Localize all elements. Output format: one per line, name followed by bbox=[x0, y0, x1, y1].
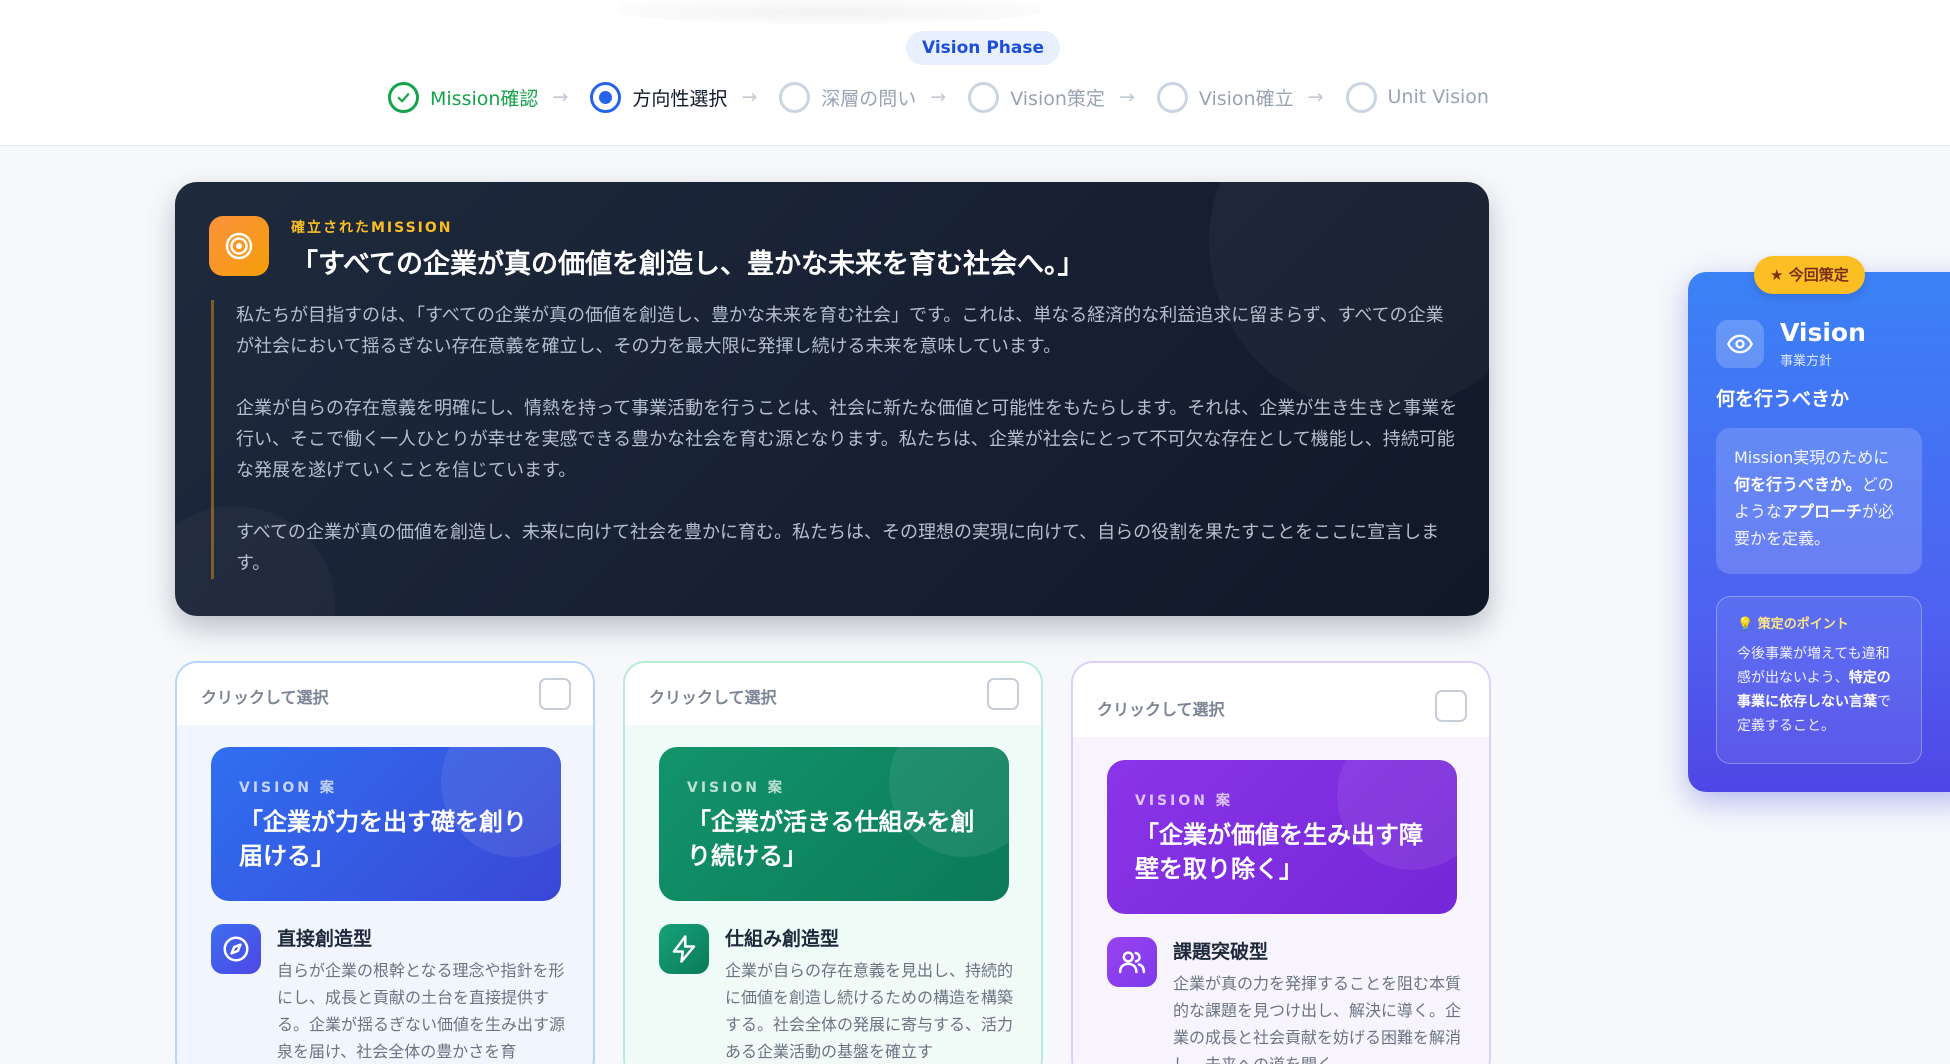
arrow-right-icon: → bbox=[1118, 86, 1135, 108]
option-title: 「企業が活きる仕組みを創り続ける」 bbox=[687, 808, 975, 870]
check-icon bbox=[388, 81, 419, 113]
step-label: Unit Vision bbox=[1387, 86, 1489, 108]
option-hero: VISION 案 「企業が価値を生み出す障壁を取り除く」 bbox=[1107, 760, 1457, 914]
option-name: 仕組み創造型 bbox=[725, 928, 840, 950]
step-vision-establish[interactable]: Vision確立 → bbox=[1156, 81, 1324, 113]
lightbulb-icon: 💡 bbox=[1737, 617, 1754, 632]
arrow-right-icon: → bbox=[1307, 86, 1324, 108]
phase-badge: Vision Phase bbox=[906, 31, 1061, 65]
option-checkbox[interactable] bbox=[987, 678, 1019, 710]
option-hero: VISION 案 「企業が活きる仕組みを創り続ける」 bbox=[659, 747, 1009, 901]
definition-emphasis: 何を行うべきか。 bbox=[1734, 475, 1862, 494]
header-shadow bbox=[620, 0, 1040, 24]
tips-text: 今後事業が増えても違和感が出ないよう、特定の事業に依存しない言葉で定義すること。 bbox=[1737, 642, 1901, 738]
eye-icon bbox=[1716, 320, 1764, 368]
vision-option-breakthrough[interactable]: クリックして選択 VISION 案 「企業が価値を生み出す障壁を取り除く」 課題… bbox=[1071, 661, 1491, 1064]
option-title: 「企業が力を出す礎を創り届ける」 bbox=[239, 808, 527, 870]
panel-subtitle: 事業方針 bbox=[1780, 354, 1833, 369]
mission-paragraph: 私たちが目指すのは、「すべての企業が真の価値を創造し、豊かな未来を育む社会」です… bbox=[236, 305, 1444, 357]
mission-card: 確立されたMISSION 「すべての企業が真の価値を創造し、豊かな未来を育む社会… bbox=[175, 182, 1489, 616]
definition-text: Mission実現のために bbox=[1734, 448, 1890, 467]
tips-heading: 💡 策定のポイント bbox=[1737, 613, 1901, 632]
panel-question: 何を行うべきか bbox=[1716, 388, 1850, 410]
arrow-right-icon: → bbox=[930, 86, 947, 108]
current-badge: ★ 今回策定 bbox=[1754, 256, 1865, 294]
mission-paragraph: 企業が自らの存在意義を明確にし、情熱を持って事業活動を行うことは、社会に新たな価… bbox=[236, 398, 1458, 481]
option-description: 企業が自らの存在意義を見出し、持続的に価値を創造し続けるための構造を構築する。社… bbox=[725, 961, 1014, 1061]
radio-empty-icon bbox=[1345, 81, 1377, 113]
star-icon: ★ bbox=[1770, 266, 1784, 284]
vision-option-direct[interactable]: クリックして選択 VISION 案 「企業が力を出す礎を創り届ける」 直接創造型… bbox=[175, 661, 595, 1064]
panel-title: Vision bbox=[1780, 318, 1866, 347]
arrow-right-icon: → bbox=[741, 86, 758, 108]
option-kicker: VISION 案 bbox=[1135, 793, 1233, 809]
step-unit-vision[interactable]: Unit Vision bbox=[1345, 81, 1489, 113]
radio-empty-icon bbox=[779, 81, 811, 113]
option-name: 課題突破型 bbox=[1173, 941, 1269, 963]
radio-active-icon bbox=[590, 81, 622, 113]
arrow-right-icon: → bbox=[552, 86, 569, 108]
option-header: クリックして選択 bbox=[177, 663, 593, 725]
mission-kicker: 確立されたMISSION bbox=[291, 220, 453, 236]
progress-stepper: Mission確認 → 方向性選択 → 深層の問い → Vision策定 → V… bbox=[388, 78, 1511, 116]
badge-label: 今回策定 bbox=[1788, 266, 1849, 284]
radio-empty-icon bbox=[1156, 81, 1188, 113]
option-description: 企業が真の力を発揮することを阻む本質的な課題を見つけ出し、解決に導く。企業の成長… bbox=[1173, 974, 1462, 1064]
radio-empty-icon bbox=[968, 81, 1000, 113]
users-icon bbox=[1107, 937, 1157, 987]
option-checkbox[interactable] bbox=[1435, 690, 1467, 722]
definition-emphasis: アプローチ bbox=[1782, 502, 1863, 521]
option-title: 「企業が価値を生み出す障壁を取り除く」 bbox=[1135, 821, 1423, 883]
vision-side-panel: ★ 今回策定 Vision 事業方針 何を行うべきか Mission実現のために… bbox=[1688, 256, 1950, 792]
option-name: 直接創造型 bbox=[277, 928, 373, 950]
step-label: Vision確立 bbox=[1198, 87, 1294, 110]
tips-heading-label: 策定のポイント bbox=[1757, 617, 1849, 632]
option-hint: クリックして選択 bbox=[649, 688, 777, 707]
step-vision-draft[interactable]: Vision策定 → bbox=[968, 81, 1135, 113]
option-header: クリックして選択 bbox=[1073, 663, 1489, 737]
mission-title: 「すべての企業が真の価値を創造し、豊かな未来を育む社会へ。」 bbox=[291, 249, 1085, 280]
option-header: クリックして選択 bbox=[625, 663, 1041, 725]
definition-box: Mission実現のために何を行うべきか。どのようなアプローチが必要かを定義。 bbox=[1716, 428, 1922, 574]
top-header: Vision Phase Mission確認 → 方向性選択 → 深層の問い →… bbox=[0, 0, 1950, 146]
mission-paragraph: すべての企業が真の価値を創造し、未来に向けて社会を豊かに育む。私たちは、その理想… bbox=[236, 522, 1440, 574]
option-hint: クリックして選択 bbox=[201, 688, 329, 707]
option-hint: クリックして選択 bbox=[1097, 700, 1225, 719]
option-kicker: VISION 案 bbox=[687, 780, 785, 796]
option-description: 自らが企業の根幹となる理念や指針を形にし、成長と貢献の土台を直接提供する。企業が… bbox=[277, 961, 566, 1061]
option-hero: VISION 案 「企業が力を出す礎を創り届ける」 bbox=[211, 747, 561, 901]
option-kicker: VISION 案 bbox=[239, 780, 337, 796]
tips-box: 💡 策定のポイント 今後事業が増えても違和感が出ないよう、特定の事業に依存しない… bbox=[1716, 596, 1922, 764]
step-label: Mission確認 bbox=[430, 87, 539, 110]
vision-option-system[interactable]: クリックして選択 VISION 案 「企業が活きる仕組みを創り続ける」 仕組み創… bbox=[623, 661, 1043, 1064]
step-label: 方向性選択 bbox=[632, 87, 728, 110]
mission-statement: 私たちが目指すのは、「すべての企業が真の価値を創造し、豊かな未来を育む社会」です… bbox=[211, 300, 1461, 579]
step-label: 深層の問い bbox=[821, 87, 917, 110]
step-mission-confirm[interactable]: Mission確認 → bbox=[388, 81, 569, 113]
compass-icon bbox=[211, 924, 261, 974]
step-direction-select[interactable]: 方向性選択 → bbox=[590, 81, 758, 113]
step-deep-question[interactable]: 深層の問い → bbox=[779, 81, 947, 113]
target-icon bbox=[209, 216, 269, 276]
step-label: Vision策定 bbox=[1010, 87, 1105, 110]
lightning-icon bbox=[659, 924, 709, 974]
option-checkbox[interactable] bbox=[539, 678, 571, 710]
